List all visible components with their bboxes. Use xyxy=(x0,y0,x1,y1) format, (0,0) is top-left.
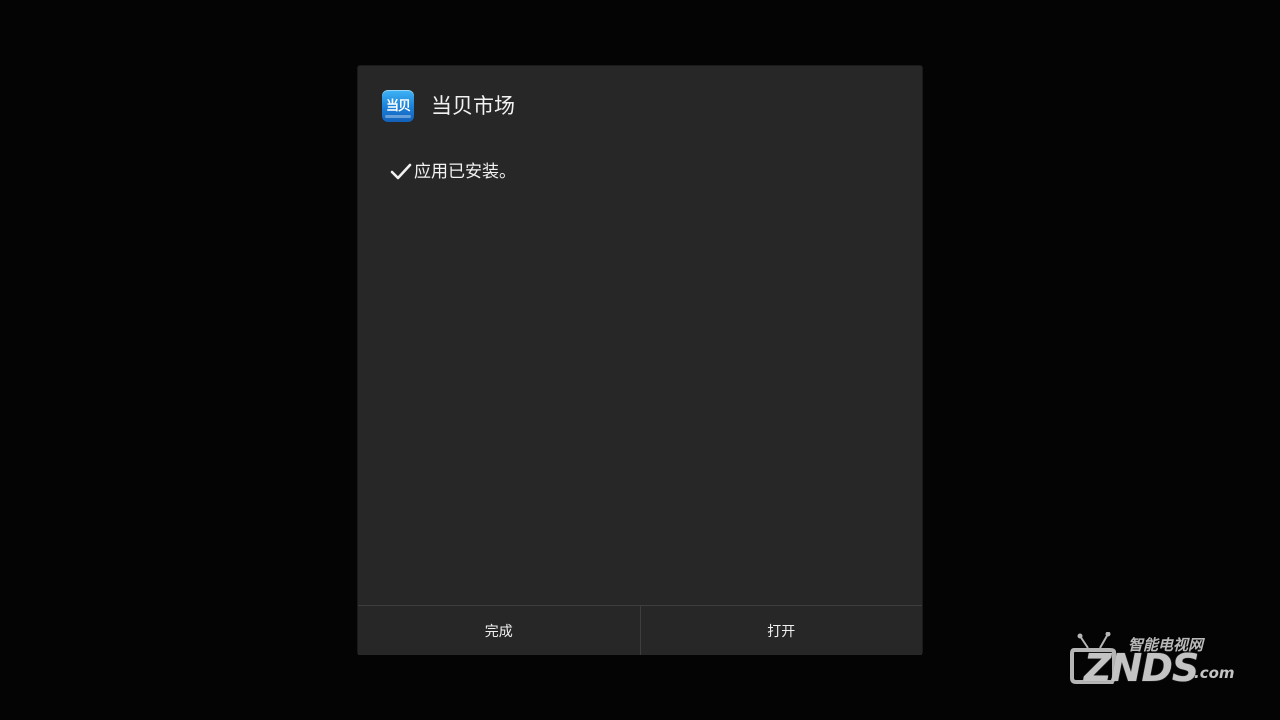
install-result-dialog: 当贝 当贝市场 应用已安装。 完成 打开 xyxy=(358,66,922,655)
install-status-row: 应用已安装。 xyxy=(390,160,516,184)
open-button[interactable]: 打开 xyxy=(639,606,922,655)
install-status-message: 应用已安装。 xyxy=(414,162,516,182)
dialog-button-bar: 完成 打开 xyxy=(358,605,922,655)
watermark-suffix: .com xyxy=(1194,664,1235,682)
screen: 当贝 当贝市场 应用已安装。 完成 打开 智能电视网 ZNDS .com xyxy=(0,0,1280,720)
app-icon-shine xyxy=(385,115,411,118)
app-title: 当贝市场 xyxy=(431,94,515,118)
watermark-brand: ZNDS xyxy=(1084,646,1199,690)
check-icon xyxy=(390,163,412,180)
app-icon-label: 当贝 xyxy=(385,99,411,114)
znds-watermark: 智能电视网 ZNDS .com xyxy=(1066,618,1236,690)
done-button[interactable]: 完成 xyxy=(358,606,640,655)
dangbei-app-icon: 当贝 xyxy=(382,90,414,122)
dialog-title-bar: 当贝 当贝市场 xyxy=(358,66,922,146)
